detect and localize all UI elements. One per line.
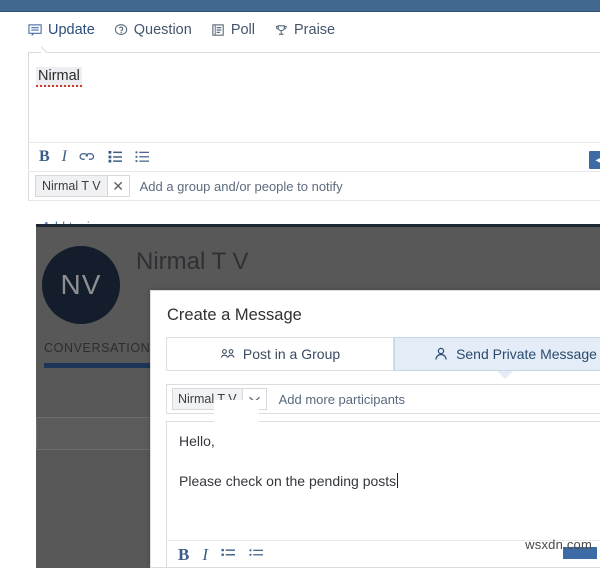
participants-field[interactable]: Nirmal T V Add more participants (166, 384, 600, 422)
publisher-panel: Update Question Poll Praise Nirmal B I ◂… (0, 12, 600, 234)
publisher-tab-praise-label: Praise (294, 22, 336, 38)
publisher-tab-question-label: Question (133, 22, 192, 38)
dialog-italic-button[interactable]: I (202, 545, 208, 565)
dialog-ordered-list-icon[interactable] (221, 548, 236, 561)
message-textarea[interactable]: Hello, Please check on the pending posts (166, 421, 600, 540)
conversations-active-underline (44, 363, 156, 368)
publisher-format-toolbar: B I (28, 142, 600, 170)
message-line-1: Hello, (179, 433, 215, 449)
publisher-tab-update-label: Update (48, 22, 95, 38)
scrim-top-edge (36, 224, 600, 227)
group-avatar: NV (42, 246, 120, 324)
publisher-tab-poll-label: Poll (230, 22, 255, 38)
bullet-list-icon[interactable] (135, 150, 150, 163)
publisher-tab-update[interactable]: Update (28, 22, 95, 38)
watermark: wsxdn.com (525, 537, 592, 552)
text-cursor (397, 473, 399, 488)
tab-send-private-message[interactable]: Send Private Message (394, 337, 600, 379)
dialog-title: Create a Message (167, 306, 302, 324)
notify-chip: Nirmal T V (35, 175, 108, 197)
question-icon (114, 23, 129, 38)
dialog-bold-button[interactable]: B (178, 545, 189, 565)
message-line-2: Please check on the pending posts (179, 473, 397, 489)
publisher-tabs: Update Question Poll Praise (28, 22, 335, 38)
screenshot-root: Update Question Poll Praise Nirmal B I ◂… (0, 0, 600, 568)
praise-trophy-icon (274, 23, 289, 38)
conversations-tab-label[interactable]: CONVERSATIONS (44, 341, 159, 355)
publisher-tab-poll[interactable]: Poll (211, 22, 255, 38)
tab-post-in-a-group-label: Post in a Group (242, 346, 341, 362)
composer-textarea[interactable]: Nirmal (28, 52, 600, 154)
group-title: Nirmal T V (136, 248, 249, 275)
participants-placeholder: Add more participants (278, 391, 406, 407)
dialog-tabstrip: Post in a Group Send Private Message (166, 337, 600, 379)
link-icon[interactable] (79, 150, 96, 163)
composer-caret (41, 45, 57, 53)
active-tab-pointer (497, 371, 513, 379)
chip-tooltip-overlay (214, 400, 259, 422)
composer-text: Nirmal (36, 67, 82, 87)
top-blue-band (0, 0, 600, 11)
group-people-icon (220, 346, 236, 362)
publisher-tab-question[interactable]: Question (114, 22, 192, 38)
publisher-tab-praise[interactable]: Praise (274, 22, 335, 38)
notify-field[interactable]: Nirmal T V ✕ Add a group and/or people t… (28, 171, 600, 201)
notify-chip-remove-icon[interactable]: ✕ (107, 175, 130, 197)
italic-button[interactable]: I (62, 148, 67, 165)
tab-send-private-message-label: Send Private Message (456, 346, 597, 362)
bold-button[interactable]: B (39, 148, 50, 165)
dialog-bullet-list-icon[interactable] (249, 548, 264, 561)
publisher-submit-button[interactable]: ◂ (589, 151, 600, 169)
create-message-dialog: Create a Message Post in a Group Send Pr… (150, 290, 600, 568)
update-icon (28, 23, 43, 38)
poll-icon (211, 23, 226, 38)
person-icon (433, 346, 449, 362)
tab-post-in-a-group[interactable]: Post in a Group (166, 337, 394, 371)
ordered-list-icon[interactable] (108, 150, 123, 163)
notify-placeholder: Add a group and/or people to notify (139, 178, 343, 194)
